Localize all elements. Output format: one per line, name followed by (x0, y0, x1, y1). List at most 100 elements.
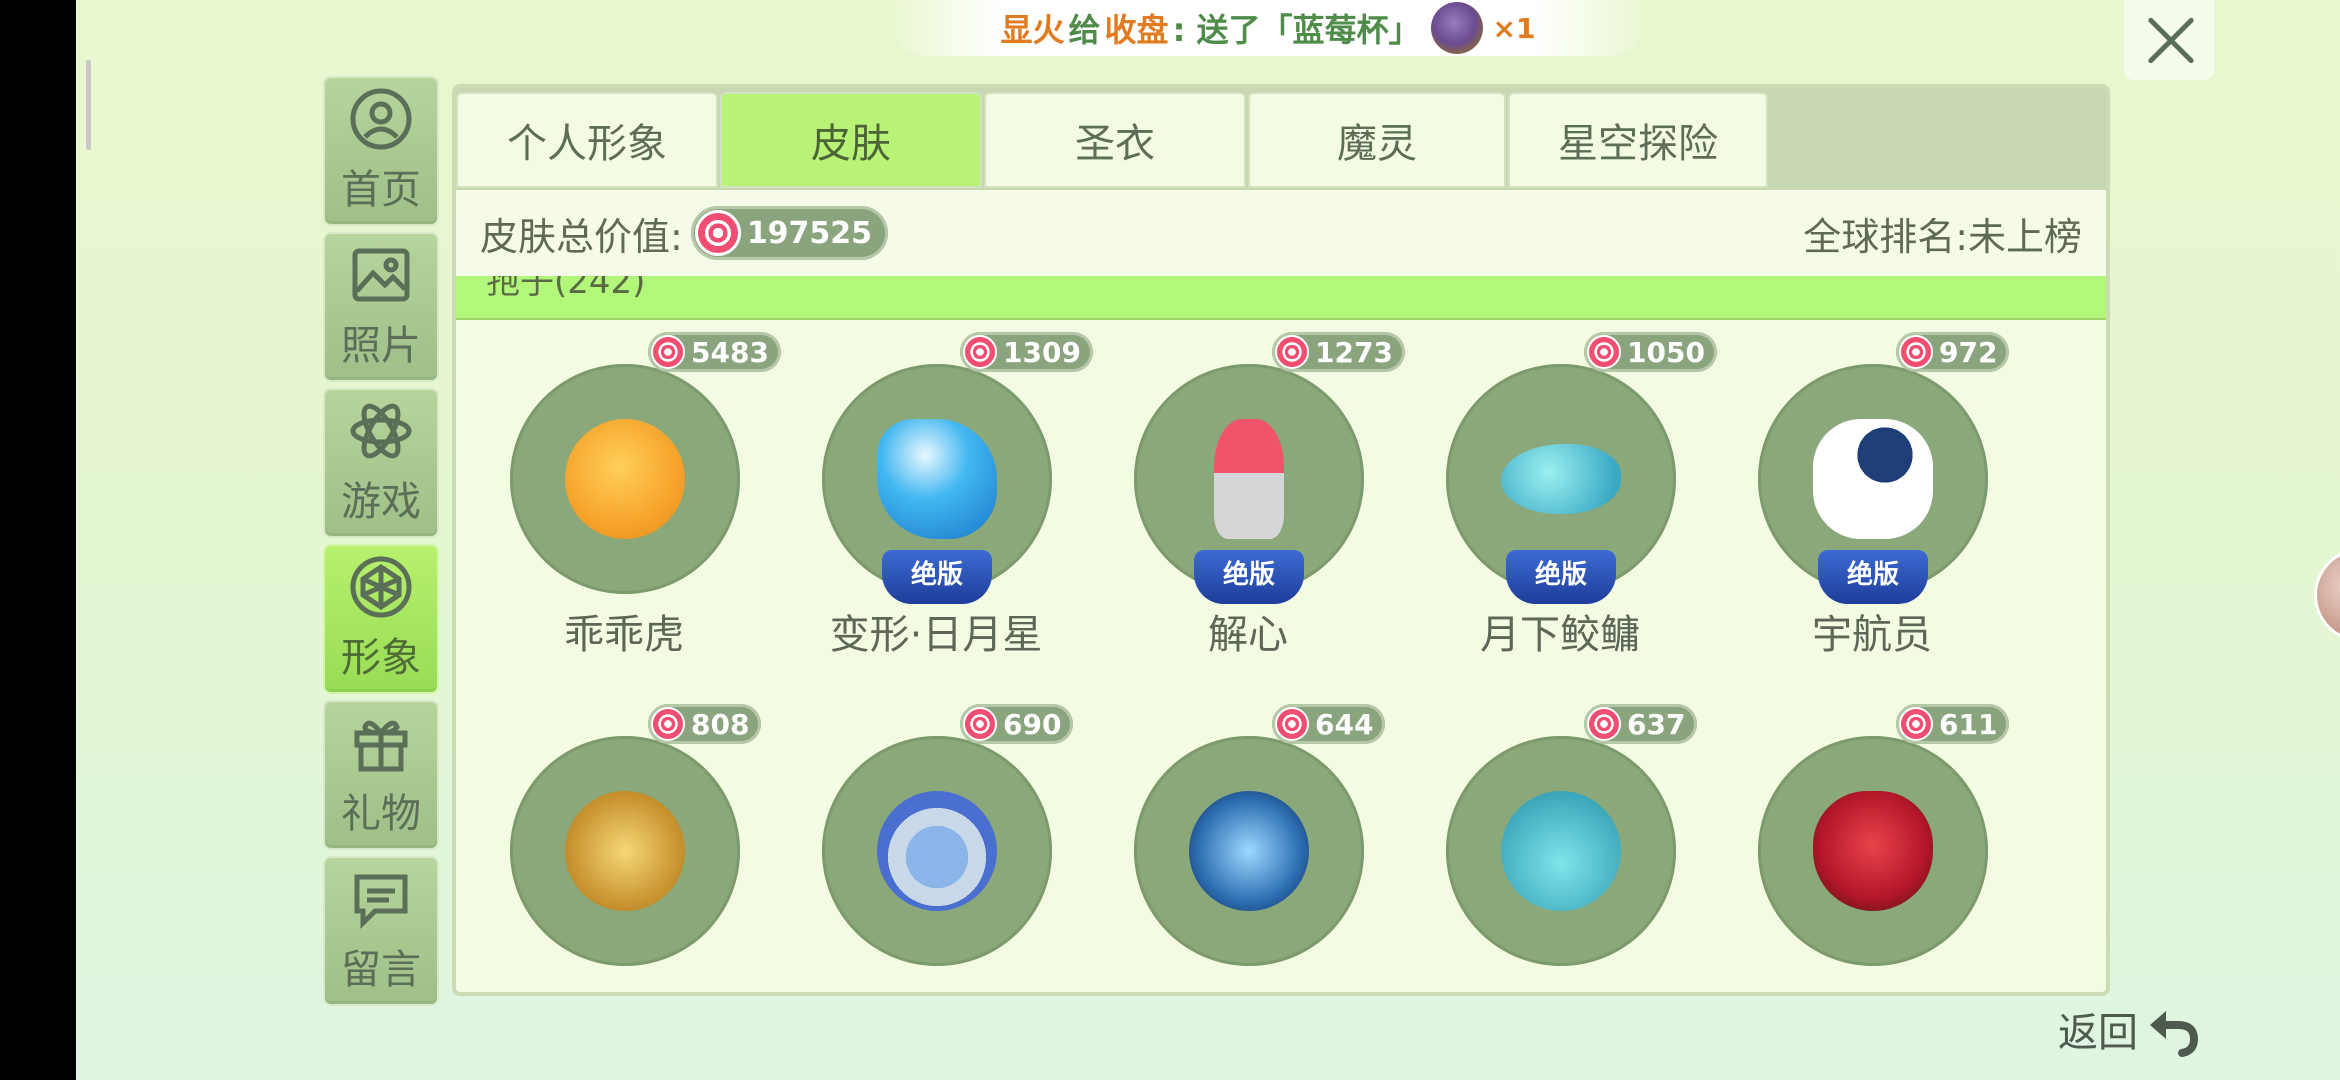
skin-price-pill: 5483 (648, 332, 781, 372)
tab-label: 圣衣 (1075, 121, 1155, 167)
skin-item[interactable]: 611 (1712, 692, 2012, 992)
skin-price: 808 (691, 707, 750, 741)
skin-price: 611 (1939, 707, 1998, 741)
return-arrow-icon (2150, 1011, 2199, 1057)
tab-profile[interactable]: 个人形象 (456, 92, 718, 188)
skin-name: 月下鲛鳙 (1480, 612, 1640, 658)
user-icon (349, 87, 413, 151)
tab-space-explore[interactable]: 星空探险 (1508, 92, 1768, 188)
sun-moon-star-skin-icon (877, 419, 997, 539)
blueberry-cup-icon (1430, 2, 1483, 54)
gift-notice-banner: 显火 给 收盘 : 送了「蓝莓杯」 ×1 (888, 0, 1648, 56)
skin-name: 乖乖虎 (564, 612, 684, 658)
tab-label: 魔灵 (1337, 121, 1417, 167)
skin-price-pill: 644 (1272, 704, 1386, 744)
sidebar: 首页 照片 游戏 形象 礼物 留言 (323, 76, 439, 1012)
sidebar-item-label: 首页 (341, 167, 421, 213)
candy-currency-icon (1899, 707, 1933, 741)
candy-currency-icon (1899, 335, 1933, 369)
category-header[interactable]: 孢子(242) (456, 276, 2106, 320)
skin-price-pill: 1050 (1584, 332, 1717, 372)
tab-label: 个人形象 (507, 121, 667, 167)
skin-item[interactable]: 972 绝版 宇航员 (1712, 320, 2012, 658)
candy-currency-icon (1587, 335, 1621, 369)
sidebar-item-gifts[interactable]: 礼物 (323, 700, 439, 850)
candy-currency-icon (1275, 335, 1309, 369)
sidebar-item-label: 形象 (341, 635, 421, 681)
total-value-label: 皮肤总价值: (480, 214, 683, 259)
blue-monster-skin-icon (1501, 791, 1621, 911)
tab-armor[interactable]: 圣衣 (984, 92, 1246, 188)
limited-badge-label: 绝版 (1194, 550, 1304, 604)
limited-badge-label: 绝版 (1506, 550, 1616, 604)
sidebar-item-messages[interactable]: 留言 (323, 856, 439, 1006)
sidebar-item-appearance[interactable]: 形象 (323, 544, 439, 694)
skin-item[interactable]: 690 (776, 692, 1076, 992)
candy-currency-icon (651, 335, 685, 369)
ring-skin-icon (877, 791, 997, 911)
skin-price-pill: 1309 (960, 332, 1093, 372)
close-button[interactable] (2124, 0, 2214, 80)
sidebar-item-label: 游戏 (341, 479, 421, 525)
sidebar-item-label: 礼物 (341, 791, 421, 837)
global-rank: 全球排名:未上榜 (1803, 214, 2082, 259)
skin-price-pill: 637 (1584, 704, 1698, 744)
skin-price: 1309 (1003, 335, 1081, 369)
total-value-pill: 197525 (690, 206, 889, 260)
tab-skins[interactable]: 皮肤 (720, 92, 982, 188)
skin-name: 解心 (1208, 612, 1288, 658)
limited-badge-label: 绝版 (882, 550, 992, 604)
tab-label: 皮肤 (811, 121, 891, 167)
notice-count: ×1 (1492, 11, 1536, 45)
floating-avatar[interactable] (2314, 548, 2340, 642)
skin-price-pill: 690 (960, 704, 1074, 744)
candy-currency-icon (651, 707, 685, 741)
notice-sender: 显火 (1000, 11, 1065, 49)
sidebar-item-label: 留言 (341, 947, 421, 993)
skin-item[interactable]: 1050 绝版 月下鲛鳙 (1400, 320, 1717, 658)
tab-spirit[interactable]: 魔灵 (1248, 92, 1506, 188)
skin-price: 644 (1315, 707, 1374, 741)
limited-badge: 绝版 (1194, 550, 1304, 604)
limited-badge: 绝版 (1506, 550, 1616, 604)
skin-price-pill: 611 (1896, 704, 2010, 744)
skin-price: 1050 (1627, 335, 1705, 369)
back-label: 返回 (2058, 1010, 2138, 1056)
gold-coin-skin-icon (565, 791, 685, 911)
astronaut-skin-icon (1813, 419, 1933, 539)
skin-item[interactable]: 1273 绝版 解心 (1088, 320, 1405, 658)
candy-currency-icon (694, 210, 741, 256)
sidebar-item-photos[interactable]: 照片 (323, 232, 439, 382)
sidebar-item-home[interactable]: 首页 (323, 76, 439, 226)
skin-price: 5483 (691, 335, 769, 369)
candy-currency-icon (963, 335, 997, 369)
phoenix-skin-icon (1189, 791, 1309, 911)
back-button[interactable]: 返回 (2058, 1000, 2200, 1058)
fish-skin-icon (1501, 444, 1621, 514)
notice-connector: 给 (1068, 11, 1101, 49)
skin-name: 变形·日月星 (829, 612, 1043, 658)
oni-mask-skin-icon (1813, 791, 1933, 911)
limited-badge-label: 绝版 (1818, 550, 1928, 604)
skin-price: 637 (1627, 707, 1686, 741)
category-label: 孢子(242) (486, 276, 646, 302)
sidebar-item-label: 照片 (341, 323, 421, 369)
gem-icon (349, 555, 413, 619)
sidebar-item-games[interactable]: 游戏 (323, 388, 439, 538)
skin-price-pill: 972 (1896, 332, 2010, 372)
tab-label: 星空探险 (1558, 121, 1718, 167)
candy-currency-icon (963, 707, 997, 741)
tab-bar: 个人形象 皮肤 圣衣 魔灵 星空探险 (456, 88, 2106, 190)
skin-price: 690 (1003, 707, 1062, 741)
skin-item[interactable]: 644 (1088, 692, 1388, 992)
limited-badge: 绝版 (882, 550, 992, 604)
photo-icon (349, 243, 413, 307)
gift-icon (349, 711, 413, 775)
skin-item[interactable]: 637 (1400, 692, 1700, 992)
skin-item[interactable]: 5483 乖乖虎 (464, 320, 781, 658)
skin-item[interactable]: 808 (464, 692, 764, 992)
total-value: 197525 (746, 215, 873, 251)
skin-item[interactable]: 1309 绝版 变形·日月星 (776, 320, 1093, 658)
skin-price: 972 (1939, 335, 1998, 369)
status-indicator (86, 60, 91, 150)
